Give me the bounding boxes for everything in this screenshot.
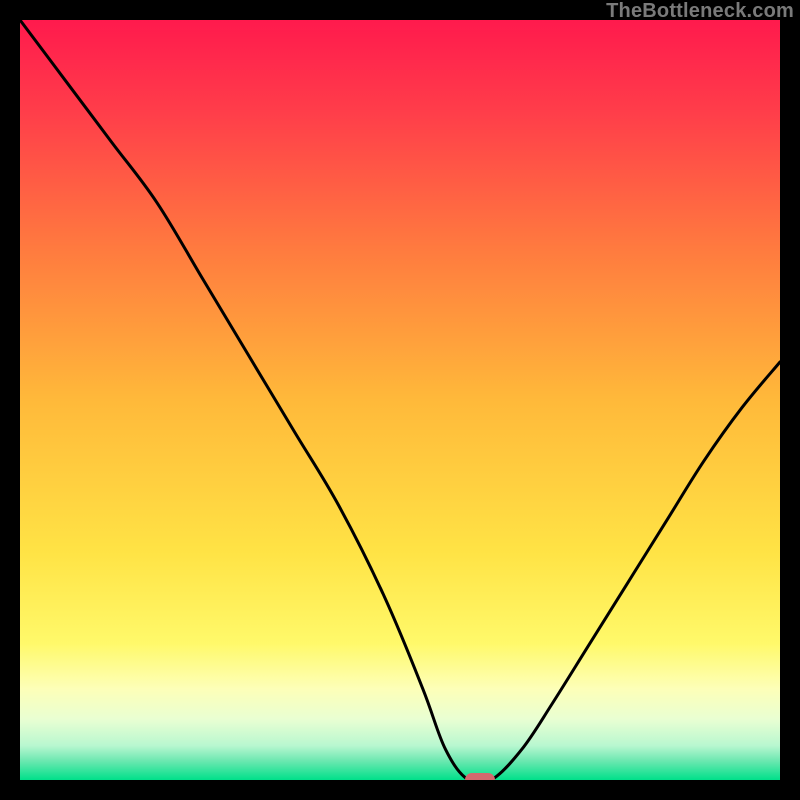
plot-area: [20, 20, 780, 780]
bottleneck-curve-path: [20, 20, 780, 780]
curve-svg: [20, 20, 780, 780]
chart-frame: TheBottleneck.com: [0, 0, 800, 800]
optimal-marker: [465, 773, 495, 780]
